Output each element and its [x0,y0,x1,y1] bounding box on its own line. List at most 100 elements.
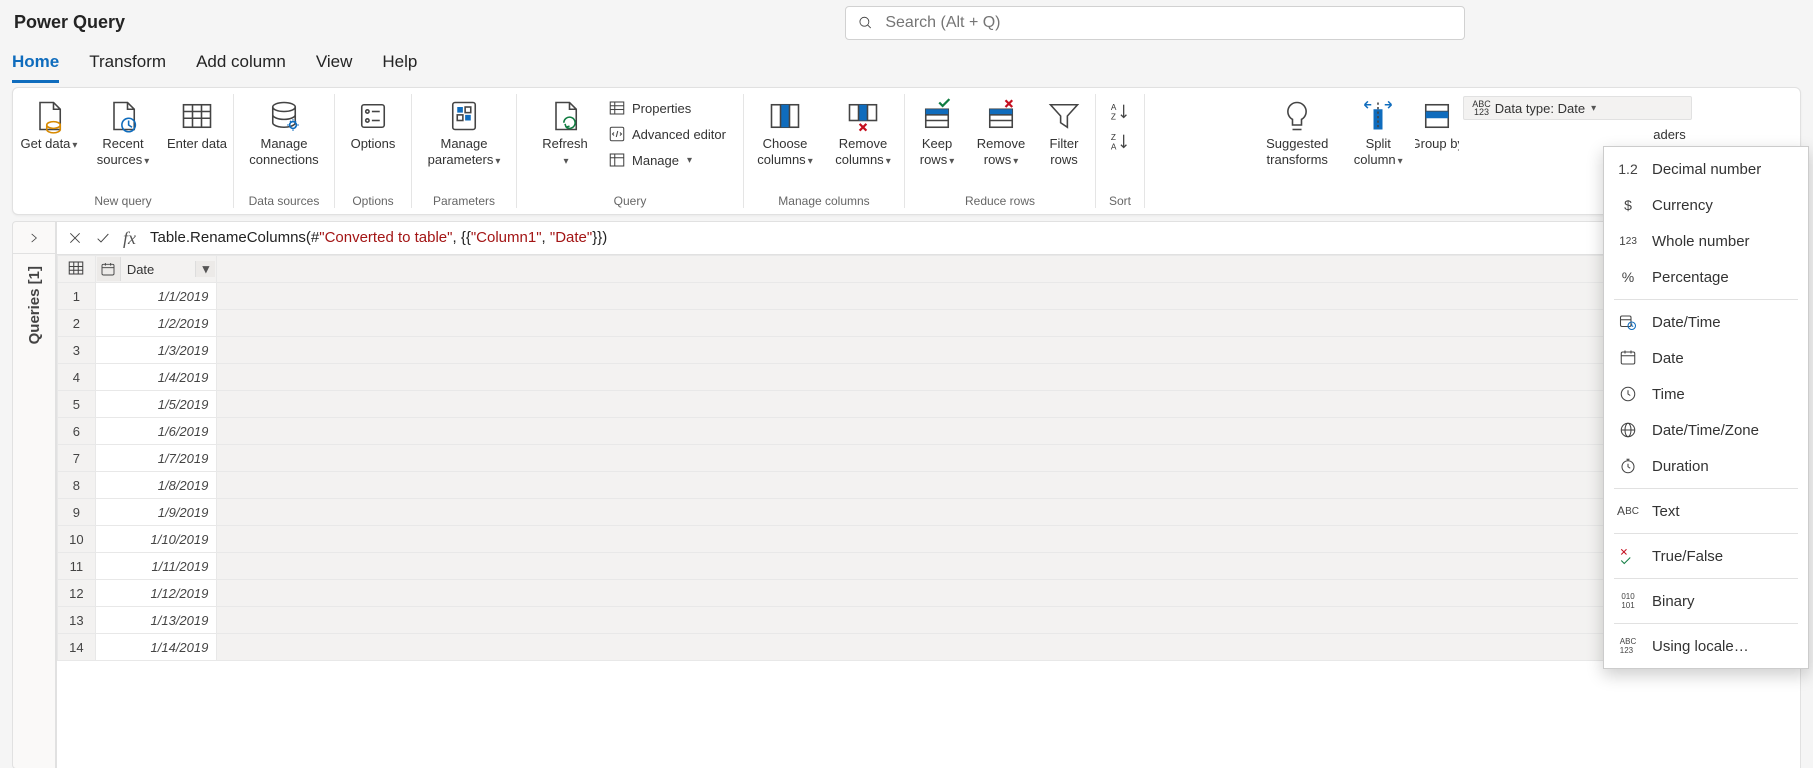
row-number-cell[interactable]: 12 [58,580,96,607]
cell-date[interactable]: 1/3/2019 [95,337,217,364]
search-box[interactable] [845,6,1465,40]
table-row[interactable]: 21/2/2019 [58,310,1801,337]
row-number-cell[interactable]: 5 [58,391,96,418]
recent-sources-button[interactable]: Recent sources▾ [86,94,160,168]
row-number-cell[interactable]: 2 [58,310,96,337]
group-label-manage-columns: Manage columns [748,194,900,212]
column-header-date[interactable]: Date ▾ [95,256,217,283]
group-by-button[interactable]: Group by [1415,94,1459,152]
expand-queries-button[interactable] [13,222,55,254]
menu-true-false[interactable]: True/False [1604,538,1808,574]
row-number-cell[interactable]: 10 [58,526,96,553]
manage-connections-button[interactable]: Manage connections [236,94,332,167]
menu-binary[interactable]: 010101Binary [1604,583,1808,619]
suggested-transforms-button[interactable]: Suggested transforms [1253,94,1341,167]
cell-date[interactable]: 1/13/2019 [95,607,217,634]
cancel-formula-button[interactable] [61,224,89,252]
table-row[interactable]: 41/4/2019 [58,364,1801,391]
date-icon [1618,348,1638,368]
table-row[interactable]: 51/5/2019 [58,391,1801,418]
row-number-cell[interactable]: 7 [58,445,96,472]
properties-button[interactable]: Properties [602,96,732,120]
table-row[interactable]: 141/14/2019 [58,634,1801,661]
refresh-button[interactable]: Refresh▾ [528,94,602,168]
menu-currency[interactable]: $Currency [1604,187,1808,223]
row-number-cell[interactable]: 6 [58,418,96,445]
split-column-button[interactable]: Split column▾ [1341,94,1415,168]
remove-rows-button[interactable]: Remove rows▾ [967,94,1035,168]
svg-text:Z: Z [1111,112,1116,121]
cell-date[interactable]: 1/7/2019 [95,445,217,472]
manage-button[interactable]: Manage▾ [602,148,732,172]
row-number-cell[interactable]: 4 [58,364,96,391]
formula-input[interactable]: Table.RenameColumns(#"Converted to table… [142,229,1796,247]
table-row[interactable]: 81/8/2019 [58,472,1801,499]
column-type-icon[interactable] [97,257,121,281]
row-number-cell[interactable]: 3 [58,337,96,364]
menu-date-time[interactable]: Date/Time [1604,304,1808,340]
use-first-row-headers-fragment[interactable]: aders [1463,122,1692,146]
column-filter-dropdown[interactable]: ▾ [195,261,215,277]
menu-using-locale[interactable]: ABC123Using locale… [1604,628,1808,664]
data-type-selector[interactable]: ABC123 Data type: Date ▾ [1463,96,1692,120]
cell-date[interactable]: 1/9/2019 [95,499,217,526]
filter-rows-button[interactable]: Filter rows [1035,94,1093,167]
row-number-cell[interactable]: 9 [58,499,96,526]
menu-date-time-zone[interactable]: Date/Time/Zone [1604,412,1808,448]
menu-date[interactable]: Date [1604,340,1808,376]
menu-duration[interactable]: Duration [1604,448,1808,484]
advanced-editor-button[interactable]: Advanced editor [602,122,732,146]
choose-columns-button[interactable]: Choose columns▾ [746,94,824,168]
cell-date[interactable]: 1/12/2019 [95,580,217,607]
cell-date[interactable]: 1/11/2019 [95,553,217,580]
cell-date[interactable]: 1/10/2019 [95,526,217,553]
row-number-cell[interactable]: 8 [58,472,96,499]
menu-decimal-number[interactable]: 1.2Decimal number [1604,151,1808,187]
row-number-cell[interactable]: 13 [58,607,96,634]
cell-date[interactable]: 1/8/2019 [95,472,217,499]
tab-home[interactable]: Home [12,52,59,83]
cell-date[interactable]: 1/14/2019 [95,634,217,661]
cell-date[interactable]: 1/5/2019 [95,391,217,418]
menu-time[interactable]: Time [1604,376,1808,412]
table-row[interactable]: 61/6/2019 [58,418,1801,445]
search-input[interactable] [883,13,1452,33]
row-number-cell[interactable]: 1 [58,283,96,310]
row-number-cell[interactable]: 11 [58,553,96,580]
tab-transform[interactable]: Transform [89,52,166,83]
table-row[interactable]: 11/1/2019 [58,283,1801,310]
table-row[interactable]: 101/10/2019 [58,526,1801,553]
table-row[interactable]: 71/7/2019 [58,445,1801,472]
table-icon [67,259,85,277]
row-number-cell[interactable]: 14 [58,634,96,661]
menu-whole-number[interactable]: 123Whole number [1604,223,1808,259]
tab-view[interactable]: View [316,52,353,83]
tab-help[interactable]: Help [382,52,417,83]
options-button[interactable]: Options [336,94,410,152]
menu-text[interactable]: ABCText [1604,493,1808,529]
queries-panel-label[interactable]: Queries [1] [26,266,43,344]
accept-formula-button[interactable] [89,224,117,252]
table-row[interactable]: 91/9/2019 [58,499,1801,526]
table-row[interactable]: 131/13/2019 [58,607,1801,634]
sort-desc-button[interactable]: ZA [1100,130,1140,154]
sort-asc-button[interactable]: AZ [1100,100,1140,124]
cell-date[interactable]: 1/4/2019 [95,364,217,391]
tab-add-column[interactable]: Add column [196,52,286,83]
menu-percentage[interactable]: %Percentage [1604,259,1808,295]
cell-date[interactable]: 1/6/2019 [95,418,217,445]
sort-asc-icon: AZ [1109,101,1131,123]
keep-rows-button[interactable]: Keep rows▾ [907,94,967,168]
remove-columns-button[interactable]: Remove columns▾ [824,94,902,168]
table-row[interactable]: 31/3/2019 [58,337,1801,364]
cell-date[interactable]: 1/1/2019 [95,283,217,310]
cell-date[interactable]: 1/2/2019 [95,310,217,337]
enter-data-button[interactable]: Enter data [160,94,234,152]
table-row[interactable]: 111/11/2019 [58,553,1801,580]
table-row[interactable]: 121/12/2019 [58,580,1801,607]
group-query: Refresh▾ Properties Advanced editor Mana… [517,88,743,214]
text-icon: ABC [1618,501,1638,521]
get-data-button[interactable]: Get data▾ [12,94,86,152]
row-number-header[interactable] [58,256,96,283]
manage-parameters-button[interactable]: Manage parameters▾ [414,94,514,168]
